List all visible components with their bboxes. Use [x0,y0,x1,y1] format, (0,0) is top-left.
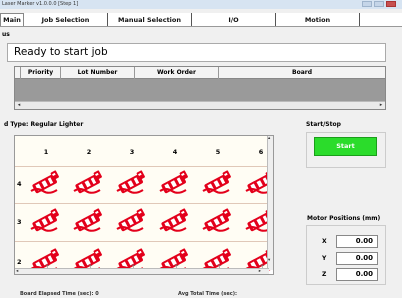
col-header-work-order[interactable]: Work Order [135,67,219,79]
scroll-left-icon[interactable]: ◂ [16,269,18,274]
tab-manual-selection[interactable]: Manual Selection [108,13,192,26]
tab-motion[interactable]: Motion [276,13,360,26]
lighter-icon[interactable] [29,207,63,233]
col-header-board[interactable]: Board [219,67,385,79]
lighter-icon[interactable] [72,207,106,233]
lighter-icon[interactable] [72,169,106,195]
status-section-label: us [2,31,10,38]
axis-y-value: 0.00 [336,252,378,265]
scroll-down-icon[interactable]: ▾ [268,258,270,264]
lighter-icon[interactable] [158,169,192,195]
lighter-icon[interactable] [29,169,63,195]
axis-y-label: Y [322,255,327,262]
tab-io[interactable]: I/O [192,13,276,26]
lighter-icon[interactable] [115,207,149,233]
start-stop-label: Start/Stop [306,121,341,128]
axis-x-value: 0.00 [336,235,378,248]
lighter-icon[interactable] [201,169,235,195]
board-col-header: 4 [172,148,178,156]
scroll-right-icon[interactable]: ▸ [377,102,385,109]
start-button[interactable]: Start [314,137,377,156]
lighter-icon[interactable] [201,207,235,233]
scroll-left-icon[interactable]: ◂ [15,102,23,109]
window-title: Laser Marker v1.0.0.0 [Step 1] [2,1,79,7]
minimize-button[interactable] [362,1,372,7]
axis-x-label: X [322,238,327,245]
axis-z-value: 0.00 [336,268,378,281]
axis-z-label: Z [322,271,327,278]
maximize-button[interactable] [374,1,384,7]
status-message: Ready to start job [7,43,386,62]
col-header-priority[interactable]: Priority [21,67,61,79]
board-col-header: 5 [215,148,221,156]
scroll-right-icon[interactable]: ▸ [259,269,261,274]
board-hscrollbar[interactable]: ◂ ▸ [15,268,269,274]
board-elapsed-time: Board Elapsed Time (sec): 0 [20,291,99,297]
tab-main[interactable]: Main [0,13,24,26]
board-row-header: 3 [17,218,22,226]
tab-bar: Main Job Selection Manual Selection I/O … [0,13,402,27]
board-col-header: 2 [86,148,92,156]
lighter-icon[interactable] [158,207,192,233]
col-header-lot-number[interactable]: Lot Number [61,67,135,79]
board-row-header: 4 [17,180,22,188]
board-col-header: 3 [129,148,135,156]
close-button[interactable] [386,1,396,7]
scroll-up-icon[interactable]: ▴ [268,136,270,142]
window-controls [362,1,396,7]
board-row-divider [15,203,269,204]
board-col-header: 1 [43,148,49,156]
job-grid-header: Priority Lot Number Work Order Board [15,67,385,79]
job-grid-hscrollbar[interactable]: ◂ ▸ [15,101,385,109]
board-layout-panel[interactable]: 1 2 3 4 5 6 4 3 2 + + + + + + ▴ ▾ ◂ ▸ [14,135,274,275]
board-grid: 1 2 3 4 5 6 4 3 2 + + + + + + [15,136,273,272]
board-row-header: 2 [17,258,22,266]
avg-total-time: Avg Total Time (sec): [178,291,238,297]
lighter-icon[interactable] [115,169,149,195]
job-queue-grid[interactable]: Priority Lot Number Work Order Board ◂ ▸ [14,66,386,110]
title-bar: Laser Marker v1.0.0.0 [Step 1] [0,0,402,9]
board-row-divider [15,241,269,242]
motor-positions-label: Motor Positions (mm) [307,215,381,222]
board-row-divider [15,166,269,167]
tab-job-selection[interactable]: Job Selection [24,13,108,26]
board-vscrollbar[interactable]: ▴ ▾ [267,136,273,270]
board-type-label: d Type: Regular Lighter [4,121,84,128]
